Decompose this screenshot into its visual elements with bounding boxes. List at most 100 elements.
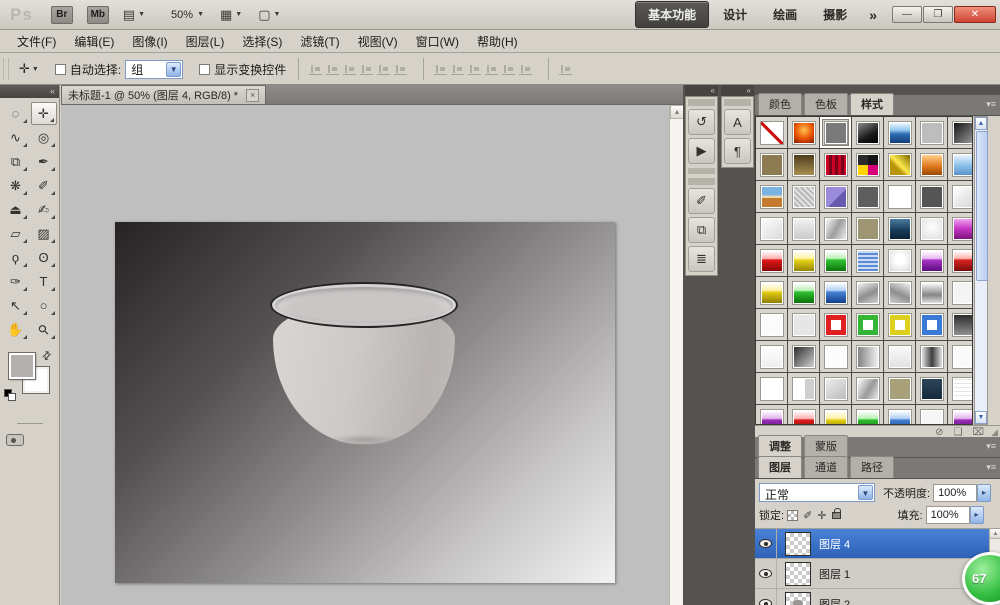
history-panel-icon[interactable]: ↺	[688, 109, 715, 135]
document-tab[interactable]: 未标题-1 @ 50% (图层 4, RGB/8) * ×	[61, 85, 266, 104]
tab-路径[interactable]: 路径	[850, 456, 894, 478]
menu-item[interactable]: 图层(L)	[177, 30, 234, 53]
arrange-documents-icon[interactable]: ▤	[123, 7, 135, 23]
align-vertical-centers-icon[interactable]	[326, 63, 339, 75]
clone-source-panel-icon[interactable]: ⧉	[688, 217, 715, 243]
style-swatch[interactable]	[756, 373, 787, 404]
quick-selection-tool[interactable]: ◎	[31, 126, 57, 149]
style-swatch[interactable]	[948, 341, 973, 372]
style-swatch[interactable]	[820, 149, 851, 180]
foreground-color-swatch[interactable]	[9, 353, 35, 379]
style-swatch[interactable]	[916, 341, 947, 372]
ellipse-tool[interactable]: ○	[31, 294, 57, 317]
fill-spinner-icon[interactable]: ▸	[970, 506, 984, 524]
eye-icon[interactable]	[759, 539, 772, 548]
layer-visibility-cell[interactable]	[755, 589, 777, 605]
style-swatch[interactable]	[916, 117, 947, 148]
workspace-tab-绘画[interactable]: 绘画	[761, 2, 809, 27]
style-swatch[interactable]	[820, 245, 851, 276]
menu-item[interactable]: 帮助(H)	[468, 30, 527, 53]
layer-thumbnail[interactable]	[785, 532, 811, 556]
style-swatch[interactable]	[948, 181, 973, 212]
tab-颜色[interactable]: 颜色	[758, 93, 802, 115]
auto-select-dropdown[interactable]: 组 ▼	[125, 60, 183, 79]
menu-item[interactable]: 选择(S)	[233, 30, 291, 53]
style-swatch[interactable]	[916, 373, 947, 404]
opacity-value[interactable]: 100%	[933, 484, 977, 502]
style-swatch[interactable]	[820, 373, 851, 404]
opacity-spinner-icon[interactable]: ▸	[977, 484, 991, 502]
bridge-button[interactable]: Br	[51, 6, 73, 24]
pen-tool[interactable]: ✑	[3, 270, 29, 293]
layer-thumbnail[interactable]	[785, 562, 811, 586]
lock-pixels-icon[interactable]: ✐	[803, 509, 812, 522]
scroll-up-icon[interactable]: ▲	[990, 529, 1000, 539]
history-brush-tool[interactable]: ✍	[31, 198, 57, 221]
screen-mode-icon[interactable]: ▢	[258, 7, 270, 23]
hand-tool[interactable]: ✋	[3, 318, 29, 341]
move-tool[interactable]: ✛	[31, 102, 57, 125]
style-swatch[interactable]	[756, 405, 787, 425]
lasso-tool[interactable]: ∿	[3, 126, 29, 149]
workspace-tab-摄影[interactable]: 摄影	[811, 2, 859, 27]
type-tool[interactable]: T	[31, 270, 57, 293]
style-swatch[interactable]	[788, 277, 819, 308]
dodge-tool[interactable]: ϙ	[3, 246, 29, 269]
zoom-level-value[interactable]: 50%	[171, 9, 193, 21]
screen-mode-dropdown-icon[interactable]: ▼	[274, 11, 281, 18]
style-swatch[interactable]	[852, 405, 883, 425]
style-swatch[interactable]	[852, 245, 883, 276]
distribute-left-edges-icon[interactable]	[485, 63, 498, 75]
style-swatch[interactable]	[916, 277, 947, 308]
clone-stamp-tool[interactable]: ⏏	[3, 198, 29, 221]
panel-menu-icon[interactable]: ▾≡	[986, 99, 996, 110]
paragraph-panel-icon[interactable]: ¶	[724, 138, 751, 164]
document-close-icon[interactable]: ×	[246, 89, 259, 102]
options-grip[interactable]	[3, 58, 9, 80]
blend-mode-dropdown[interactable]: 正常 ▼	[759, 483, 875, 502]
quick-mask-button[interactable]	[6, 434, 24, 446]
actions-panel-icon[interactable]: ▶	[688, 138, 715, 164]
style-swatch[interactable]	[756, 181, 787, 212]
crop-tool[interactable]: ⧉	[3, 150, 29, 173]
align-left-edges-icon[interactable]	[360, 63, 373, 75]
distribute-vertical-centers-icon[interactable]	[451, 63, 464, 75]
dock-collapse-icon[interactable]: «	[685, 85, 718, 96]
style-swatch[interactable]	[788, 309, 819, 340]
style-swatch[interactable]	[820, 181, 851, 212]
style-swatch[interactable]	[884, 149, 915, 180]
chevron-down-icon[interactable]: ▼	[858, 485, 873, 500]
style-swatch[interactable]	[788, 149, 819, 180]
tab-通道[interactable]: 通道	[804, 456, 848, 478]
panel-menu-icon[interactable]: ▾≡	[986, 462, 996, 473]
layer-row[interactable]: 图层 4	[755, 529, 1000, 559]
burn-tool[interactable]: ʘ	[31, 246, 57, 269]
document-vertical-scrollbar[interactable]: ▲	[669, 105, 683, 605]
workspace-tab-基本功能[interactable]: 基本功能	[635, 1, 709, 28]
style-swatch[interactable]	[948, 213, 973, 244]
align-horizontal-centers-icon[interactable]	[377, 63, 390, 75]
workspace-tab-设计[interactable]: 设计	[711, 2, 759, 27]
menu-item[interactable]: 图像(I)	[123, 30, 176, 53]
style-swatch[interactable]	[756, 309, 787, 340]
style-swatch[interactable]	[884, 245, 915, 276]
distribute-horizontal-centers-icon[interactable]	[502, 63, 515, 75]
style-swatch[interactable]	[852, 117, 883, 148]
menu-item[interactable]: 编辑(E)	[65, 30, 123, 53]
style-swatch[interactable]	[788, 117, 819, 148]
layer-row[interactable]: 图层 2	[755, 589, 1000, 605]
align-bottom-edges-icon[interactable]	[343, 63, 356, 75]
style-swatch[interactable]	[756, 277, 787, 308]
style-swatch[interactable]	[820, 277, 851, 308]
style-swatch[interactable]	[756, 213, 787, 244]
layer-thumbnail[interactable]	[785, 592, 811, 605]
style-swatch[interactable]	[948, 373, 973, 404]
extras-dropdown-icon[interactable]: ▼	[235, 11, 242, 18]
style-swatch[interactable]	[948, 149, 973, 180]
style-swatch[interactable]	[756, 245, 787, 276]
gradient-tool[interactable]: ▨	[31, 222, 57, 245]
style-swatch[interactable]	[820, 405, 851, 425]
distribute-bottom-edges-icon[interactable]	[468, 63, 481, 75]
style-swatch[interactable]	[852, 373, 883, 404]
tab-图层[interactable]: 图层	[758, 456, 802, 478]
